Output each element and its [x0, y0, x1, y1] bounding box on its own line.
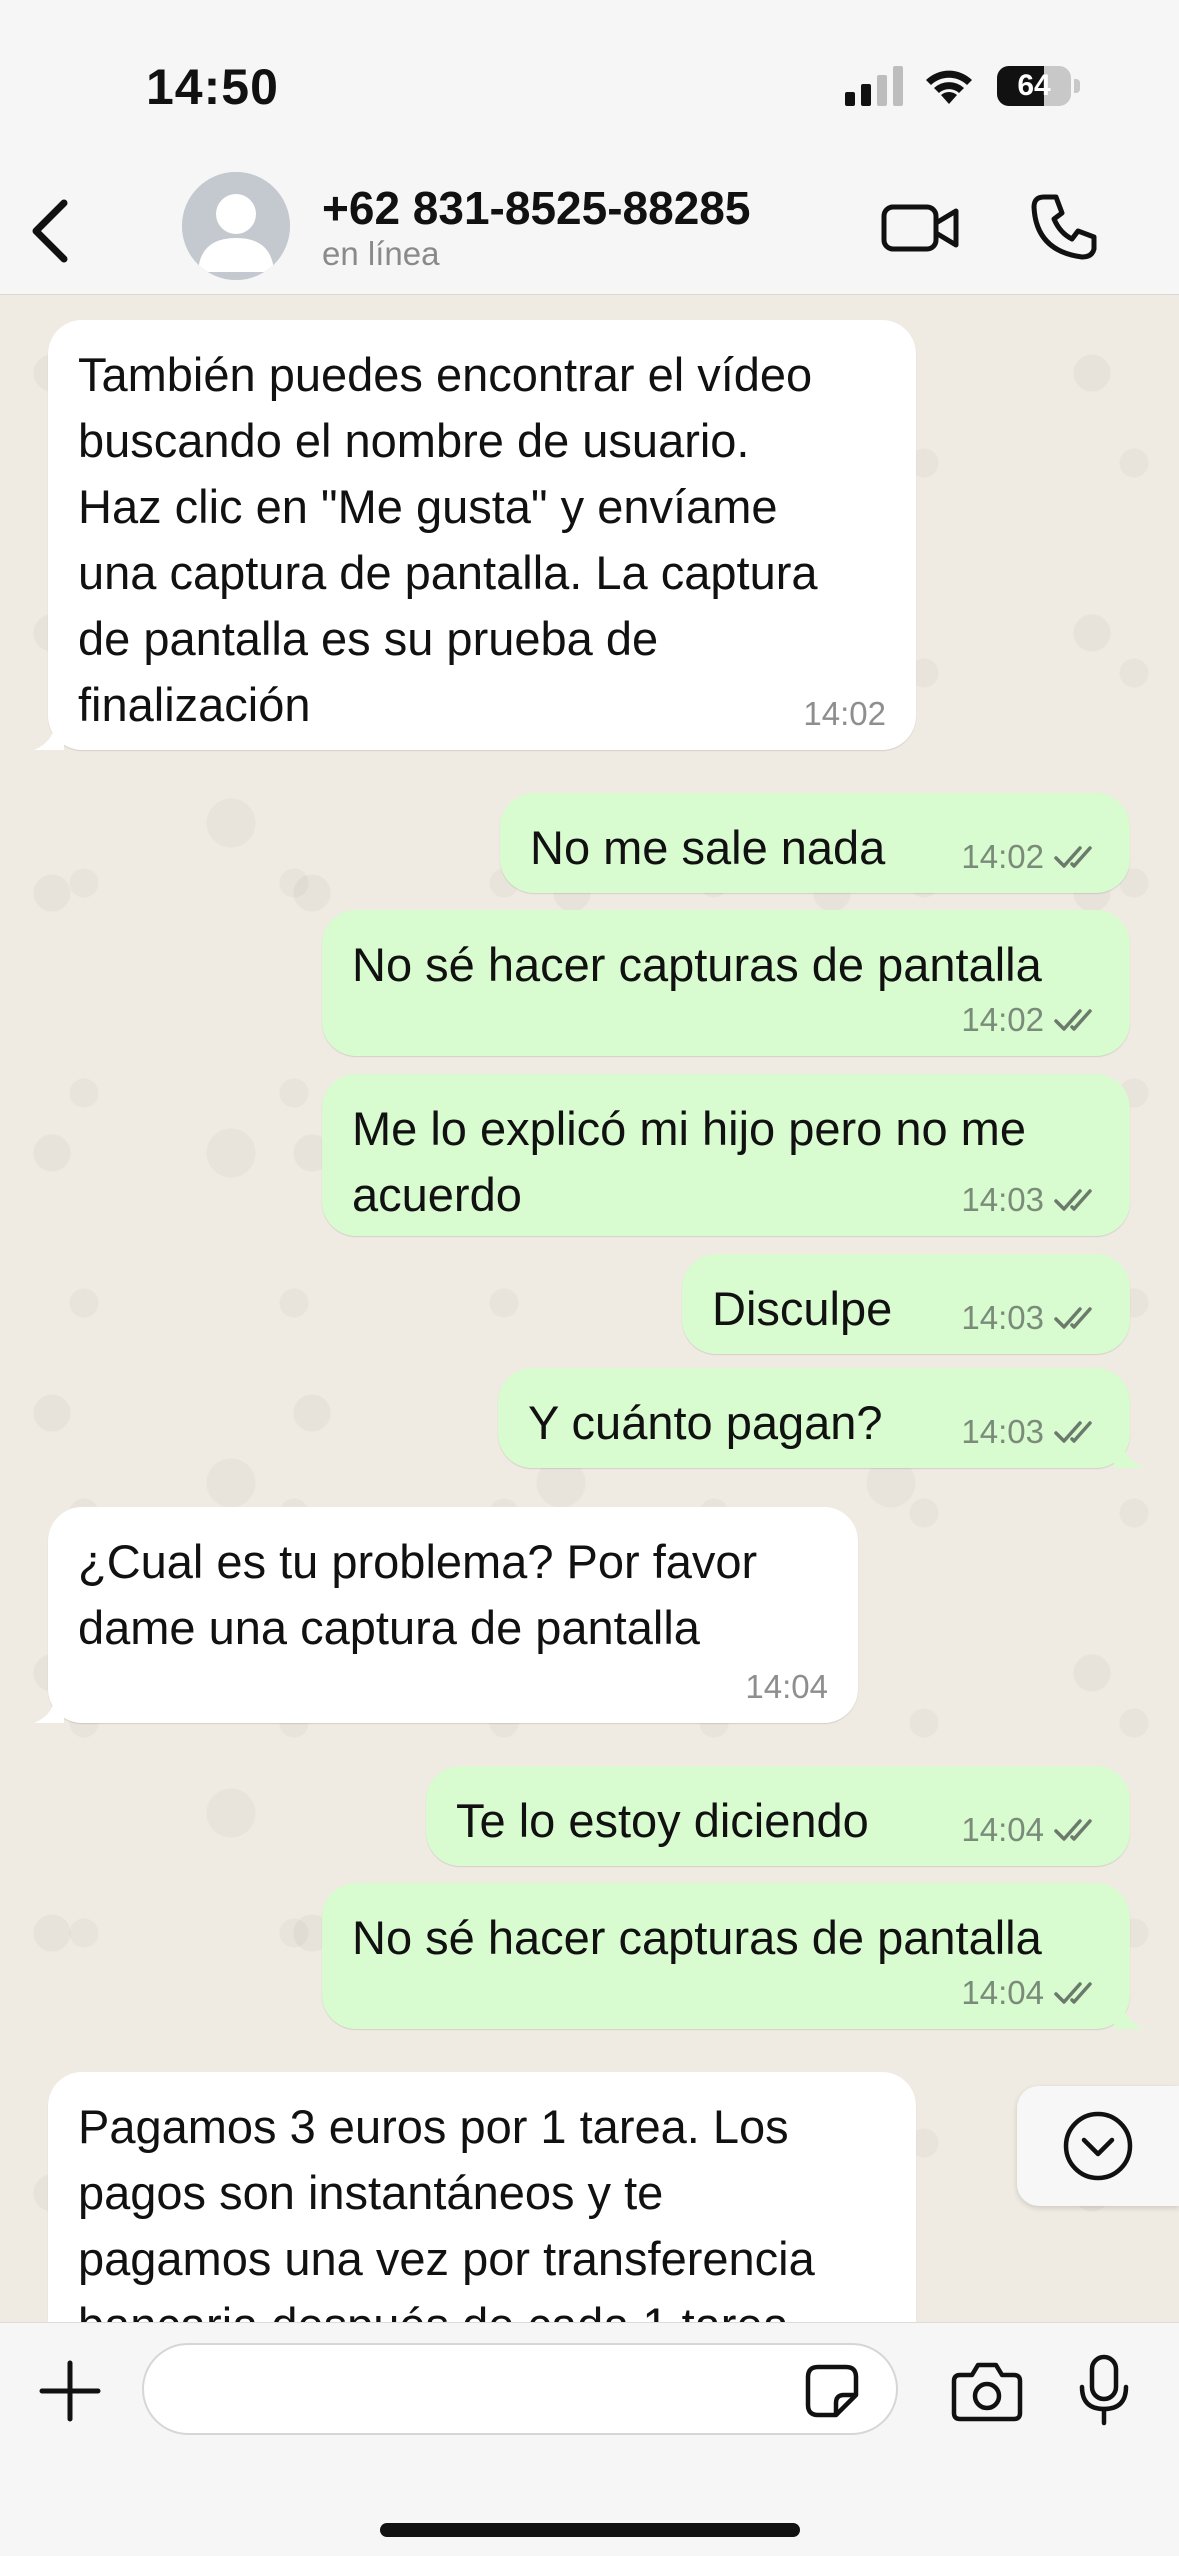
avatar[interactable]: [182, 172, 290, 280]
message-bubble-incoming[interactable]: También puedes encontrar el vídeo buscan…: [34, 320, 916, 750]
message-bubble-outgoing[interactable]: No sé hacer capturas de pantalla 14:02: [322, 910, 1130, 1056]
message-text: No sé hacer capturas de pantalla: [352, 1911, 1042, 1964]
battery-level: 64: [1017, 69, 1051, 102]
chevron-down-circle-icon: [1063, 2111, 1133, 2181]
wifi-icon: [922, 64, 976, 106]
message-time: 14:03: [961, 1413, 1044, 1450]
message-meta: 14:04: [961, 1810, 1100, 1850]
message-bubble-outgoing[interactable]: Me lo explicó mi hijo pero no me acuerdo…: [322, 1074, 1130, 1236]
message-bubble-outgoing[interactable]: No sé hacer capturas de pantalla 14:04: [322, 1883, 1144, 2029]
chat-header: +62 831-8525-88285 en línea: [0, 165, 1179, 295]
message-time: 14:04: [961, 1974, 1044, 2011]
scroll-to-bottom-button[interactable]: [1017, 2086, 1179, 2206]
message-text: Pagamos 3 euros por 1 tarea. Los pagos s…: [78, 2100, 815, 2322]
double-check-icon: [1054, 1009, 1092, 1031]
double-check-icon: [1054, 1307, 1092, 1329]
message-text: También puedes encontrar el vídeo buscan…: [78, 348, 818, 731]
double-check-icon: [1054, 846, 1092, 868]
battery-icon: 64: [997, 66, 1081, 106]
message-bubble-incoming[interactable]: Pagamos 3 euros por 1 tarea. Los pagos s…: [48, 2072, 916, 2322]
message-list[interactable]: También puedes encontrar el vídeo buscan…: [0, 295, 1179, 2322]
message-bubble-outgoing[interactable]: No me sale nada 14:02: [500, 793, 1130, 893]
message-meta: 14:02: [961, 1000, 1100, 1040]
camera-button[interactable]: [950, 2359, 1024, 2423]
message-meta: 14:04: [745, 1667, 828, 1707]
chevron-left-icon: [32, 199, 68, 263]
cellular-signal-icon: [845, 66, 905, 106]
composer-bar: [0, 2322, 1179, 2556]
contact-status: en línea: [322, 235, 440, 272]
sticker-icon: [805, 2364, 859, 2418]
bubble-tail: [34, 720, 64, 750]
bubble-tail: [1114, 1438, 1144, 1468]
status-bar: 14:50 64: [0, 0, 1179, 165]
message-time: 14:02: [961, 1001, 1044, 1038]
message-input[interactable]: [142, 2343, 898, 2435]
sticker-button[interactable]: [804, 2363, 860, 2419]
message-text: ¿Cual es tu problema? Por favor dame una…: [78, 1535, 758, 1654]
plus-icon: [39, 2360, 101, 2422]
message-text: No sé hacer capturas de pantalla: [352, 938, 1042, 991]
microphone-icon: [1079, 2354, 1129, 2426]
video-camera-icon: [881, 204, 959, 252]
message-bubble-outgoing[interactable]: Te lo estoy diciendo 14:04: [426, 1766, 1130, 1866]
voice-call-button[interactable]: [1030, 191, 1100, 261]
phone-icon: [1031, 194, 1097, 260]
double-check-icon: [1054, 1819, 1092, 1841]
attach-button[interactable]: [38, 2359, 102, 2423]
message-time: 14:03: [961, 1181, 1044, 1218]
message-bubble-incoming[interactable]: ¿Cual es tu problema? Por favor dame una…: [34, 1507, 858, 1723]
message-meta: 14:03: [961, 1180, 1100, 1220]
message-meta: 14:03: [961, 1412, 1100, 1452]
back-button[interactable]: [20, 193, 80, 269]
home-indicator: [380, 2523, 800, 2537]
message-meta: 14:02: [803, 694, 886, 734]
bubble-tail: [34, 1693, 64, 1723]
microphone-button[interactable]: [1074, 2353, 1134, 2429]
message-time: 14:02: [961, 838, 1044, 875]
double-check-icon: [1054, 1982, 1092, 2004]
message-meta: 14:04: [961, 1973, 1100, 2013]
message-time: 14:02: [803, 695, 886, 732]
message-bubble-outgoing[interactable]: Y cuánto pagan? 14:03: [498, 1368, 1144, 1468]
double-check-icon: [1054, 1189, 1092, 1211]
double-check-icon: [1054, 1421, 1092, 1443]
message-meta: 14:02: [961, 837, 1100, 877]
camera-icon: [951, 2362, 1023, 2422]
message-meta: 14:03: [961, 1298, 1100, 1338]
message-time: 14:03: [961, 1299, 1044, 1336]
video-call-button[interactable]: [880, 193, 960, 263]
status-time: 14:50: [146, 59, 279, 115]
bubble-tail: [1114, 1999, 1144, 2029]
message-time: 14:04: [961, 1811, 1044, 1848]
message-bubble-outgoing[interactable]: Disculpe 14:03: [682, 1254, 1130, 1354]
contact-name[interactable]: +62 831-8525-88285: [322, 181, 750, 235]
message-time: 14:04: [745, 1668, 828, 1705]
avatar-placeholder-icon: [182, 172, 290, 280]
